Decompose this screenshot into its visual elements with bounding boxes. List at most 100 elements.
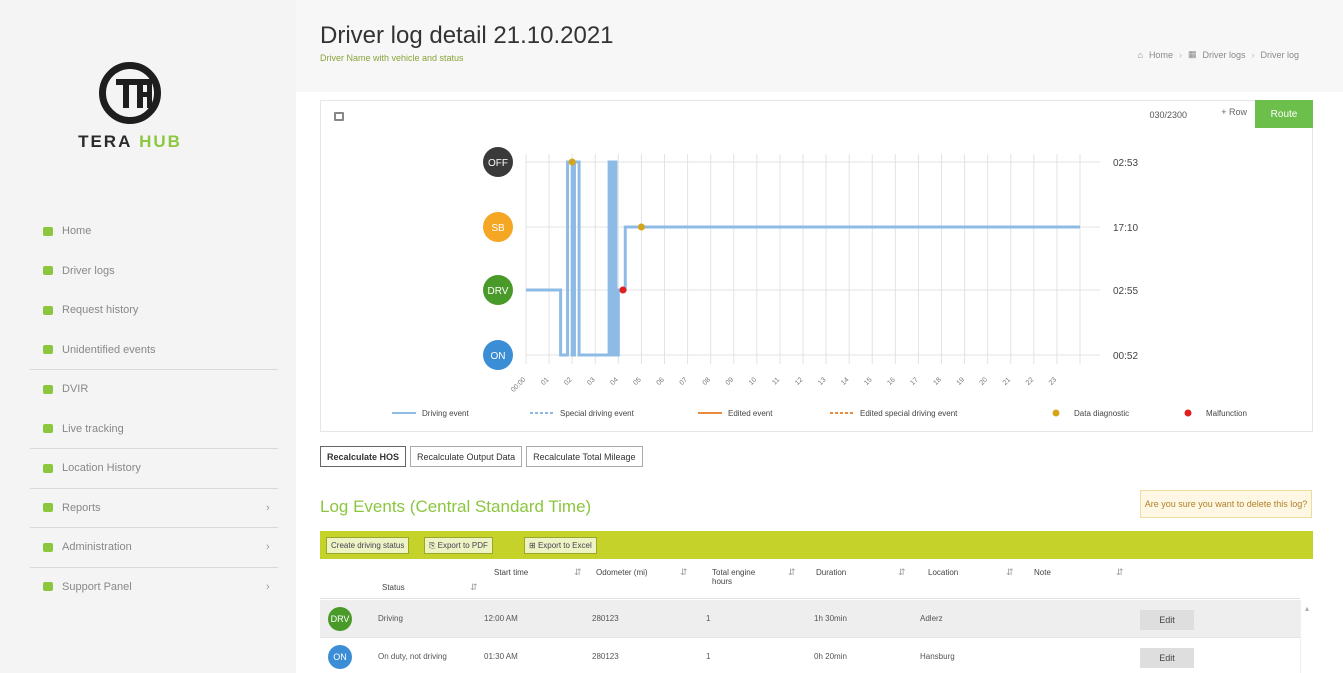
x-tick-label: 13 [817,376,828,387]
x-tick-label: 12 [794,376,805,387]
edit-button[interactable]: Edit [1140,648,1194,668]
status-badge: ON [328,645,352,669]
export-pdf-label: Export to PDF [437,541,488,550]
sort-icon[interactable]: ⇵ [898,567,906,578]
malfunction-marker [619,286,627,294]
cell-odometer: 280123 [592,652,619,661]
sidebar-item-label: Administration [62,541,132,554]
sort-icon[interactable]: ⇵ [680,567,688,578]
col-note[interactable]: Note [1034,568,1051,577]
status-badge: DRV [328,607,352,631]
chevron-right-icon: › [266,580,270,593]
sidebar-item-location-history[interactable]: Location History [30,449,278,489]
x-tick-label: 10 [748,376,759,387]
create-status-button[interactable]: Create driving status [326,537,410,554]
col-status[interactable]: Status [382,583,405,592]
chart-counter: 030/2300 [1149,110,1187,120]
tab-recalculate-hos[interactable]: Recalculate HOS [320,446,407,467]
breadcrumb-separator: › [1178,49,1182,60]
hos-chart: OFF 02:53 SB 17:10 DRV 02:55 ON 00:52 00:00 01 02 0… [392,147,1247,418]
data-diagnostic-marker [568,158,576,166]
print-icon[interactable] [334,112,344,121]
eye-icon [43,424,53,434]
sort-icon[interactable]: ⇵ [1116,567,1124,578]
sidebar-item-unidentified-events[interactable]: Unidentified events [30,331,278,370]
delete-notice[interactable]: Are you sure you want to delete this log… [1140,490,1312,518]
sidebar-item-label: DVIR [62,383,89,396]
edit-button[interactable]: Edit [1140,610,1194,630]
breadcrumb-current: Driver log [1260,49,1299,60]
cell-status: Driving [378,614,403,623]
sort-icon[interactable]: ⇵ [574,567,582,578]
cell-engine: 1 [706,614,711,623]
wrench-icon [43,384,53,394]
x-tick-label: 04 [609,376,620,387]
sidebar-item-home[interactable]: Home [30,212,278,252]
breadcrumb-separator: › [1251,49,1255,60]
cell-duration: 0h 20min [814,652,847,661]
legend-label: Edited event [728,409,773,418]
chart-icon [43,503,53,513]
table-row[interactable]: ON On duty, not driving 01:30 AM 280123 … [320,638,1300,673]
cell-status: On duty, not driving [378,652,447,661]
x-tick-label: 18 [932,376,943,387]
support-icon [43,582,53,592]
sidebar-item-support-panel[interactable]: Support Panel › [30,568,278,608]
export-pdf-button[interactable]: ⎘ Export to PDF [424,537,493,554]
x-tick-label: 15 [863,376,874,387]
x-tick-label: 05 [632,376,643,387]
tab-recalculate-output[interactable]: Recalculate Output Data [410,446,523,467]
x-tick-label: 07 [679,376,690,387]
x-tick-label: 00:00 [510,376,527,393]
tab-recalculate-mileage[interactable]: Recalculate Total Mileage [526,446,643,467]
x-tick-label: 06 [655,376,666,387]
x-tick-label: 16 [886,376,897,387]
col-engine-hours[interactable]: Total engine hours [712,568,772,586]
sidebar: TERA HUB Home Driver logs Request history U… [0,0,296,673]
sidebar-item-request-history[interactable]: Request history [30,291,278,331]
sidebar-item-label: Reports [62,501,101,514]
sort-icon[interactable]: ⇵ [1006,567,1014,578]
sidebar-item-dvir[interactable]: DVIR [30,370,278,410]
breadcrumb-driver-logs[interactable]: Driver logs [1202,50,1245,60]
legend-label: Edited special driving event [860,409,958,418]
breadcrumb-home[interactable]: Home [1149,50,1173,60]
x-tick-label: 08 [702,376,713,387]
sidebar-item-driver-logs[interactable]: Driver logs [30,252,278,292]
x-tick-label: 14 [840,376,851,387]
scroll-up-icon[interactable]: ▴ [1305,604,1309,613]
legend-label: Malfunction [1206,409,1247,418]
route-button[interactable]: Route [1255,100,1313,128]
sidebar-item-label: Location History [62,462,141,475]
sort-icon[interactable]: ⇵ [470,582,478,593]
table-row[interactable]: DRV Driving 12:00 AM 280123 1 1h 30min A… [320,600,1300,638]
x-tick-label: 01 [540,376,551,387]
x-tick-label: 22 [1025,376,1036,387]
cell-start: 12:00 AM [484,614,518,623]
breadcrumb: ⌂ Home › ▦ Driver logs › Driver log [1138,49,1300,60]
chart-panel-toolbar: 030/2300 + Row Route [320,100,1313,130]
cell-duration: 1h 30min [814,614,847,623]
status-label: DRV [488,286,509,297]
logo-mark-icon [99,62,161,124]
x-tick-label: 11 [771,376,781,386]
sort-icon[interactable]: ⇵ [788,567,796,578]
x-tick-label: 23 [1048,376,1059,387]
admin-icon [43,542,53,552]
home-icon: ⌂ [1137,49,1143,60]
sidebar-item-reports[interactable]: Reports › [30,489,278,528]
x-tick-label: 02 [563,376,574,387]
legend-marker [1184,409,1192,417]
x-tick-label: 09 [725,376,736,387]
add-row-button[interactable]: + Row [1221,107,1247,117]
col-start-time[interactable]: Start time [494,568,528,577]
export-excel-button[interactable]: ⊞ Export to Excel [524,537,597,554]
sidebar-nav: Home Driver logs Request history Unidentifi… [30,212,278,607]
col-location[interactable]: Location [928,568,958,577]
col-odometer[interactable]: Odometer (mi) [596,568,648,577]
brand-logo[interactable]: TERA HUB [60,62,200,152]
home-icon [43,226,53,236]
sidebar-item-live-tracking[interactable]: Live tracking [30,410,278,449]
sidebar-item-administration[interactable]: Administration › [30,528,278,568]
col-duration[interactable]: Duration [816,568,846,577]
